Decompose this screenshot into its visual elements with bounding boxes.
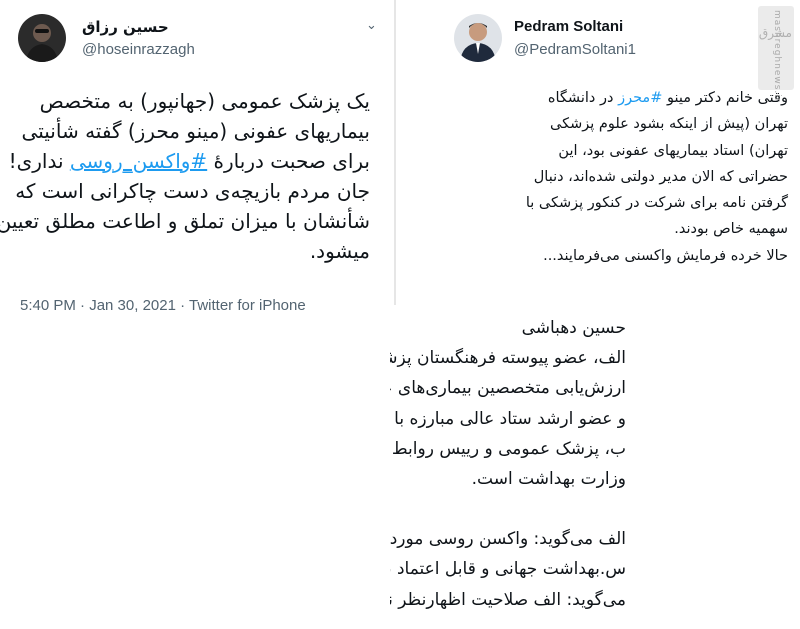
note-line: می‌گوید: الف صلاحیت اظهارنظر ندارد! [390, 589, 626, 610]
tweet-line: بیماریهای عفونی (مینو محرز) گفته شأنیتی [21, 119, 370, 143]
watermark-text: mashreghnews.ir [772, 10, 782, 103]
tweet-line: شأنشان با میزان تملق و اطاعت مطلق تعیین [0, 209, 370, 233]
author-name[interactable]: حسین رزاق [82, 18, 169, 36]
note-line: الف، عضو پیوسته فرهنگستان پزشکی، رییس [390, 348, 626, 369]
author-avatar[interactable] [18, 14, 66, 62]
hashtag-link[interactable]: #واکسن_روسی [70, 149, 207, 173]
tweet-text: یک پزشک عمومی (جهانپور) به متخصص بیماریه… [0, 86, 370, 266]
tweet-line: یک پزشک عمومی (جهانپور) به متخصص [39, 89, 370, 113]
note-line: ب، پزشک عمومی و رییس روابط عمومی [390, 438, 626, 459]
news-watermark: mashreghnews.ir مشرق [758, 6, 794, 102]
note-text: حسین دهباشی الف، عضو پیوسته فرهنگستان پز… [390, 313, 626, 615]
note-author: حسین دهباشی [521, 318, 626, 338]
author-name[interactable]: Pedram Soltani [514, 18, 623, 35]
watermark-logo: مشرق [758, 26, 792, 40]
author-avatar[interactable] [454, 14, 502, 62]
note-line: ارزش‌یابی متخصصین بیماری‌های عفونی ایران [390, 378, 626, 399]
note-line: وزارت بهداشت است. [471, 469, 626, 490]
left-tweet-card: حسین رزاق @hoseinrazzagh ⌄ یک پزشک عمومی… [0, 0, 392, 322]
tweet-line: جان مردم بازیچه‌ی دست چاکرانی است که [15, 179, 370, 203]
tweet-line: حضراتی که الان مدیر دولتی شده‌اند، دنبال [533, 168, 788, 185]
author-handle[interactable]: @PedramSoltani1 [514, 41, 636, 58]
chevron-down-icon[interactable]: ⌄ [366, 18, 377, 33]
tweet-line: حالا خرده فرمایش واکسنی می‌فرمایند... [543, 247, 788, 264]
tweet-timestamp[interactable]: 5:40 PM · Jan 30, 2021 · Twitter for iPh… [20, 297, 306, 314]
tweet-line: سهمیه خاص بودند. [674, 221, 788, 238]
panel-divider [394, 0, 396, 322]
note-line: س.بهداشت جهانی و قابل اعتماد نیست. ب [390, 559, 626, 580]
author-handle[interactable]: @hoseinrazzagh [82, 41, 195, 58]
tweet-line: تهران (پیش از اینکه بشود علوم پزشکی [550, 116, 788, 133]
note-spacer [390, 494, 626, 524]
tweet-text: وقتی خانم دکتر مینو #محرز در دانشگاه تهر… [412, 85, 788, 269]
hashtag-link[interactable]: #محرز [618, 90, 662, 106]
note-card: حسین دهباشی الف، عضو پیوسته فرهنگستان پز… [390, 305, 800, 629]
tweet-line: تهران) استاد بیماریهای عفونی بود، این [558, 142, 788, 159]
note-line: الف می‌گوید: واکسن روسی موردتایید [390, 529, 626, 550]
right-tweet-card: Pedram Soltani @PedramSoltani1 وقتی خانم… [400, 0, 800, 322]
note-line: و عضو ارشد ستاد عالی مبارزه با #کرونا اس… [390, 408, 626, 429]
tweet-line: گرفتن نامه برای شرکت در کنکور پزشکی با [525, 195, 788, 212]
tweet-line: وقتی خانم دکتر مینو #محرز در دانشگاه [547, 90, 788, 106]
tweet-line: میشود. [309, 239, 370, 263]
tweet-line: برای صحبت دربارهٔ #واکسن_روسی نداری! [8, 149, 370, 173]
